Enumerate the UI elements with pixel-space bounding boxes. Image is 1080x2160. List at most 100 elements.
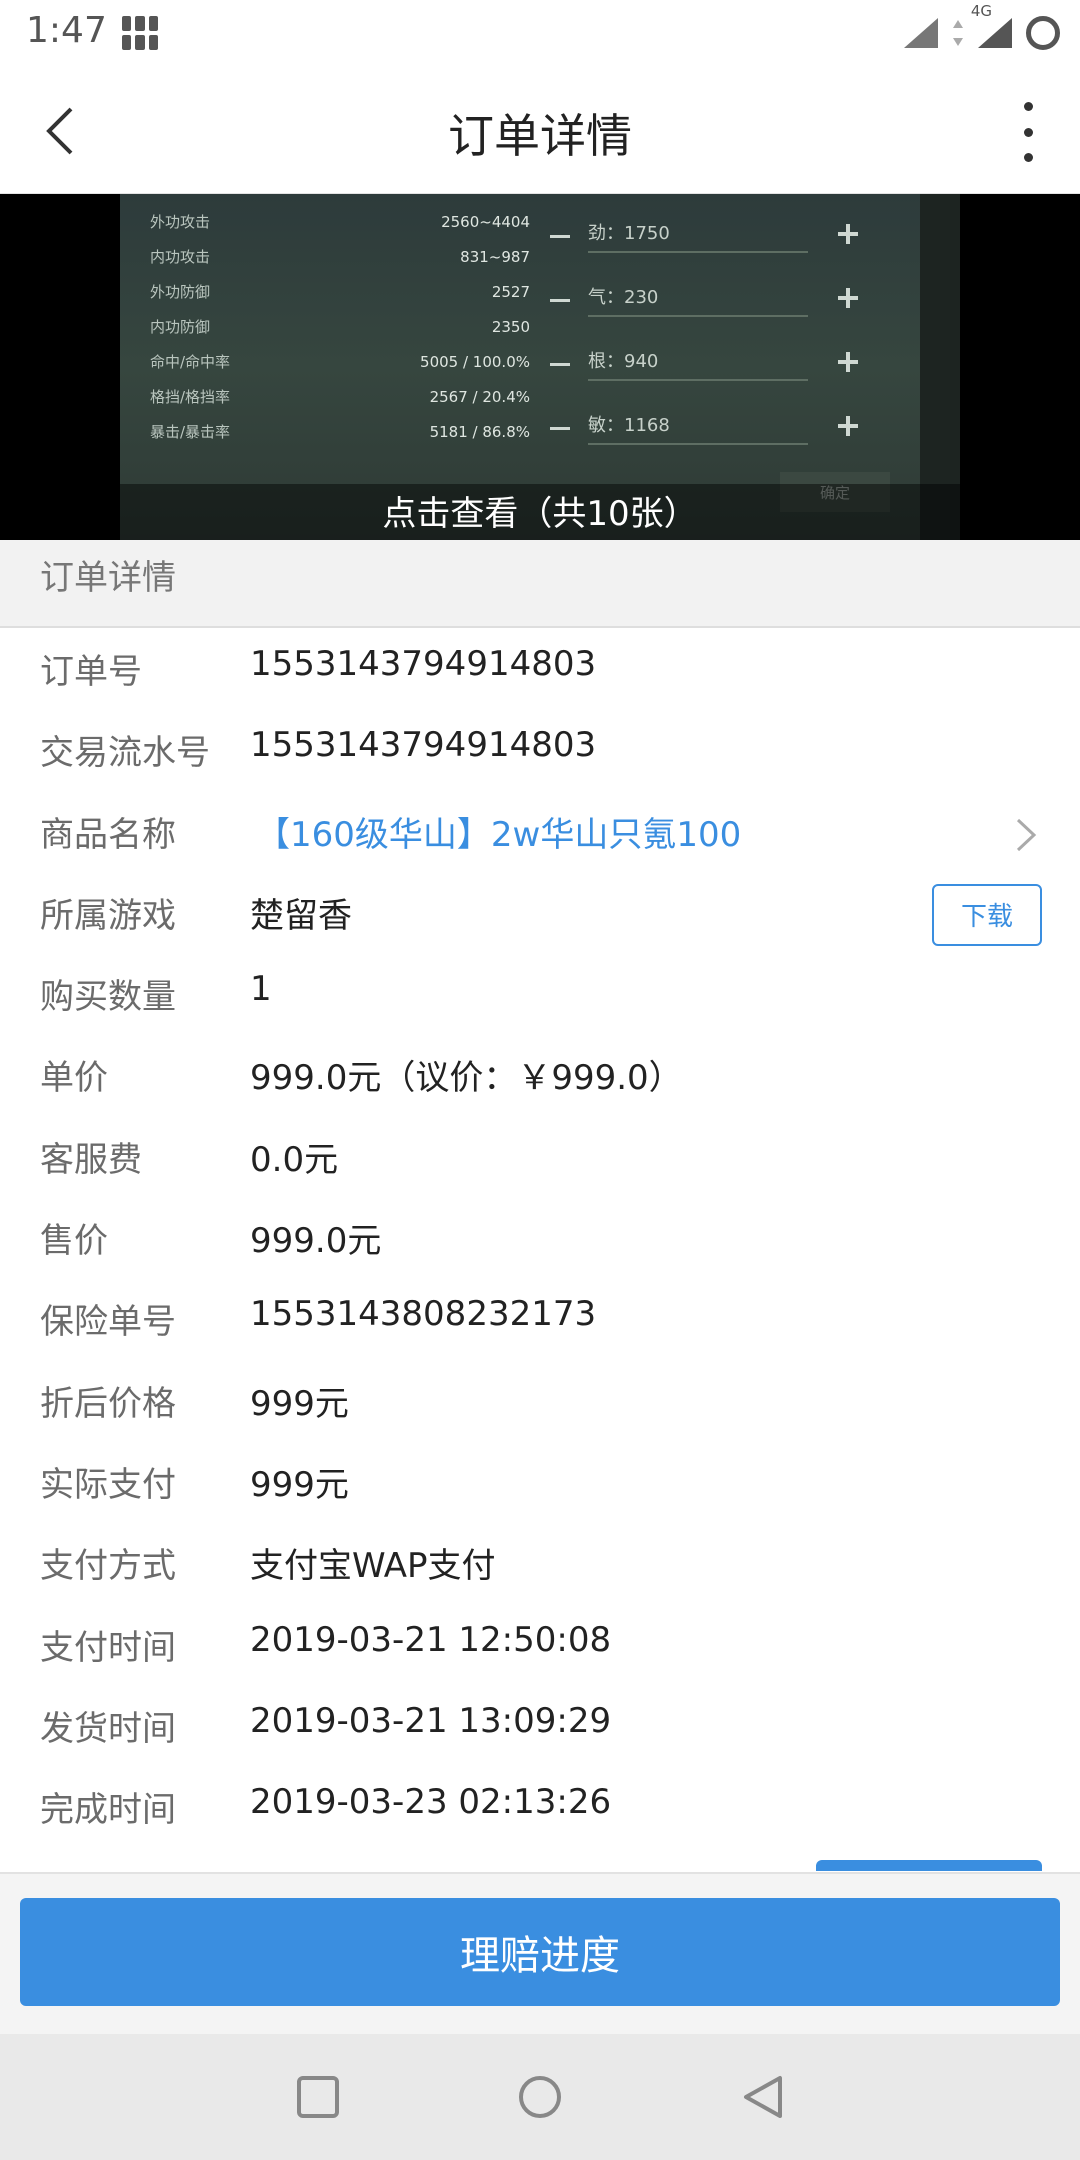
detail-value: 999.0元 (250, 1221, 382, 1262)
section-header: 订单详情 (0, 540, 1080, 628)
detail-label: 交易流水号 (40, 733, 210, 774)
screenshot-gallery[interactable]: 外功攻击 2560~4404 内功攻击 831~987 外功防御 2527 内功防御 2350… (0, 194, 1080, 540)
system-nav-bar (0, 2034, 1080, 2160)
attribute-label: 敏：1168 (588, 411, 808, 445)
ring-icon (1026, 16, 1060, 50)
detail-row: 实际支付 999元 (0, 1441, 1080, 1522)
detail-value: 1553143794914803 (250, 644, 597, 684)
stat-label: 内功攻击 (150, 248, 211, 266)
attribute-label: 气：230 (588, 283, 808, 317)
data-arrows-icon (953, 20, 963, 46)
detail-value: 999.0元（议价：￥999.0） (250, 1058, 683, 1099)
download-button[interactable]: 下载 (932, 883, 1042, 946)
stat-label: 命中/命中率 (150, 353, 231, 371)
claim-progress-button[interactable]: 理赔进度 (20, 1898, 1060, 2006)
plus-icon (836, 286, 860, 310)
detail-row: 保险单号 1553143808232173 (0, 1278, 1080, 1359)
detail-row: 所属游戏 楚留香 下载 (0, 872, 1080, 953)
attribute-panel: 劲：1750 气：230 根：940 敏：1168 (550, 204, 880, 460)
partial-action-button[interactable] (816, 1860, 1042, 1871)
stat-value: 5005 / 100.0% (420, 352, 530, 371)
attribute-label: 劲：1750 (588, 219, 808, 253)
detail-value: 1 (250, 969, 272, 1010)
section-title: 订单详情 (40, 558, 176, 598)
detail-value: 999元 (250, 1464, 349, 1505)
stat-row: 命中/命中率 5005 / 100.0% (150, 344, 530, 379)
detail-value: 2019-03-21 13:09:29 (250, 1700, 612, 1741)
detail-label: 支付方式 (40, 1546, 176, 1587)
detail-row: 售价 999.0元 (0, 1197, 1080, 1278)
detail-row[interactable]: 商品名称 【160级华山】2w华山只氪100 (0, 791, 1080, 872)
network-label: 4G (970, 2, 992, 20)
signal-4g-icon (978, 18, 1012, 48)
stat-row: 外功攻击 2560~4404 (150, 204, 530, 239)
detail-row: 交易流水号 1553143794914803 (0, 709, 1080, 790)
gallery-caption[interactable]: 点击查看（共10张） (0, 486, 1080, 535)
stat-row: 暴击/暴击率 5181 / 86.8% (150, 414, 530, 449)
stat-label: 外功攻击 (150, 213, 211, 231)
plus-icon (836, 414, 860, 438)
minus-icon (550, 426, 570, 430)
detail-row: 发货时间 2019-03-21 13:09:29 (0, 1685, 1080, 1766)
square-icon (297, 2076, 339, 2118)
minus-icon (550, 298, 570, 302)
detail-row: 折后价格 999元 (0, 1360, 1080, 1441)
detail-value: 1553143794914803 (250, 725, 597, 766)
attribute-row: 敏：1168 (550, 396, 880, 460)
stat-row: 格挡/格挡率 2567 / 20.4% (150, 379, 530, 414)
detail-label: 发货时间 (40, 1708, 176, 1749)
stat-row: 外功防御 2527 (150, 274, 530, 309)
detail-label: 发货方式 (40, 1863, 176, 1871)
detail-label: 所属游戏 (40, 895, 176, 936)
plus-icon (836, 350, 860, 374)
stat-value: 2567 / 20.4% (429, 387, 530, 406)
stat-value: 5181 / 86.8% (429, 422, 530, 441)
detail-label: 保险单号 (40, 1302, 176, 1343)
stat-value: 2560~4404 (441, 212, 530, 231)
apps-grid-icon (122, 16, 158, 50)
detail-label: 商品名称 (40, 814, 176, 855)
stat-row: 内功防御 2350 (150, 309, 530, 344)
detail-row: 客服费 0.0元 (0, 1116, 1080, 1197)
order-details-list: 订单号 1553143794914803 交易流水号 1553143794914803… (0, 628, 1080, 1871)
product-name-link[interactable]: 【160级华山】2w华山只氪100 (256, 807, 741, 856)
detail-label: 支付时间 (40, 1627, 176, 1668)
signal-icon (904, 18, 938, 48)
detail-label: 购买数量 (40, 977, 176, 1018)
plus-icon (836, 222, 860, 246)
stat-value: 831~987 (460, 247, 530, 266)
stat-row: 内功攻击 831~987 (150, 239, 530, 274)
attribute-row: 根：940 (550, 332, 880, 396)
stat-value: 2527 (491, 282, 530, 301)
triangle-back-icon (744, 2076, 782, 2118)
detail-row: 完成时间 2019-03-23 02:13:26 (0, 1766, 1080, 1847)
chevron-right-icon (1010, 817, 1040, 853)
more-dot-icon (1023, 127, 1033, 137)
detail-label: 订单号 (40, 652, 142, 692)
detail-value: 2019-03-23 02:13:26 (250, 1782, 612, 1823)
detail-row: 订单号 1553143794914803 (0, 628, 1080, 709)
detail-value: 999元 (250, 1383, 349, 1424)
more-dot-icon (1023, 102, 1033, 111)
page-title: 订单详情 (448, 109, 632, 163)
detail-row: 支付方式 支付宝WAP支付 (0, 1522, 1080, 1603)
more-dot-icon (1023, 153, 1033, 162)
detail-label: 客服费 (40, 1139, 142, 1180)
attribute-row: 气：230 (550, 268, 880, 332)
more-menu-button[interactable] (1016, 102, 1040, 162)
nav-bar: 订单详情 (0, 66, 1080, 194)
detail-value: 1553143808232173 (250, 1294, 597, 1335)
system-back-button[interactable] (737, 2072, 787, 2122)
stat-label: 暴击/暴击率 (150, 423, 231, 441)
detail-row: 支付时间 2019-03-21 12:50:08 (0, 1604, 1080, 1685)
stat-label: 格挡/格挡率 (150, 388, 231, 406)
detail-value: 客服发货 (250, 1863, 386, 1871)
detail-label: 折后价格 (40, 1383, 176, 1424)
bottom-action-bar: 理赔进度 (0, 1872, 1080, 2034)
attribute-row: 劲：1750 (550, 204, 880, 268)
detail-value: 支付宝WAP支付 (250, 1546, 496, 1587)
home-button[interactable] (515, 2072, 565, 2122)
detail-value: 0.0元 (250, 1139, 339, 1180)
stat-value: 2350 (491, 317, 530, 336)
recent-apps-button[interactable] (293, 2072, 343, 2122)
